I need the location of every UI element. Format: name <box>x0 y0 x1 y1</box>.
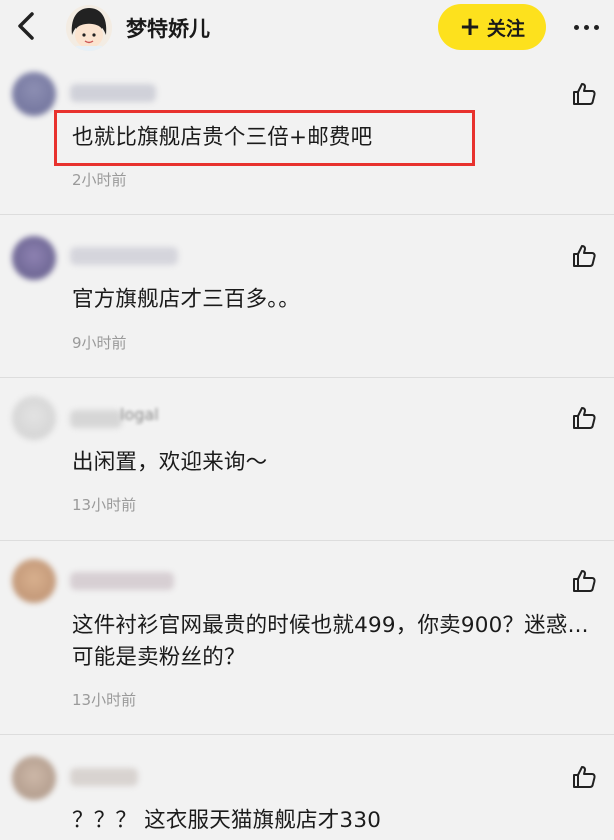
comment-text: ？？？ 这衣服天猫旗舰店才330 <box>72 808 382 833</box>
more-options-button[interactable] <box>566 14 606 40</box>
like-button[interactable] <box>568 565 600 597</box>
commenter-name-blurred[interactable] <box>70 247 178 265</box>
thumbs-up-icon <box>573 407 596 429</box>
commenter-name-blurred[interactable] <box>70 410 122 428</box>
divider <box>0 734 614 735</box>
commenter-avatar[interactable] <box>12 236 56 280</box>
divider <box>0 214 614 215</box>
more-dot-icon <box>593 24 599 30</box>
comment-time: 9小时前 <box>72 334 127 352</box>
like-button[interactable] <box>568 78 600 110</box>
back-arrow-icon <box>18 12 34 40</box>
thumbs-up-icon <box>573 766 596 788</box>
like-button[interactable] <box>568 402 600 434</box>
back-button[interactable] <box>8 6 44 46</box>
comment-time: 13小时前 <box>72 691 137 709</box>
divider <box>0 377 614 378</box>
thumbs-up-icon <box>573 570 596 592</box>
comment-text: 这件衬衫官网最贵的时候也就499，你卖900？迷惑...可能是卖粉丝的？ <box>72 613 589 670</box>
commenter-avatar[interactable] <box>12 72 56 116</box>
avatar-cartoon-icon <box>66 5 112 51</box>
commenter-name-blurred[interactable] <box>70 84 156 102</box>
more-dot-icon <box>573 24 579 30</box>
avatar[interactable] <box>66 5 112 51</box>
user-name[interactable]: 梦特娇儿 <box>126 13 210 43</box>
highlight-box <box>54 110 475 166</box>
commenter-name-fragment[interactable]: logal <box>120 405 159 424</box>
comment-time: 13小时前 <box>72 496 137 514</box>
thumbs-up-icon <box>573 245 596 267</box>
commenter-avatar[interactable] <box>12 396 56 440</box>
thumbs-up-icon <box>573 83 596 105</box>
comment-text: 出闲置，欢迎来询～ <box>72 450 268 475</box>
commenter-avatar[interactable] <box>12 756 56 800</box>
like-button[interactable] <box>568 761 600 793</box>
follow-button[interactable]: + 关注 <box>438 4 546 50</box>
commenter-avatar[interactable] <box>12 559 56 603</box>
commenter-name-blurred[interactable] <box>70 768 138 786</box>
top-bar: 梦特娇儿 + 关注 <box>0 0 614 58</box>
commenter-name-blurred[interactable] <box>70 572 174 590</box>
like-button[interactable] <box>568 240 600 272</box>
more-dot-icon <box>583 24 589 30</box>
divider <box>0 540 614 541</box>
comment-text: 官方旗舰店才三百多。。 <box>72 287 300 312</box>
follow-label: 关注 <box>486 17 525 40</box>
plus-icon: + <box>459 12 481 42</box>
comment-time: 2小时前 <box>72 171 127 189</box>
